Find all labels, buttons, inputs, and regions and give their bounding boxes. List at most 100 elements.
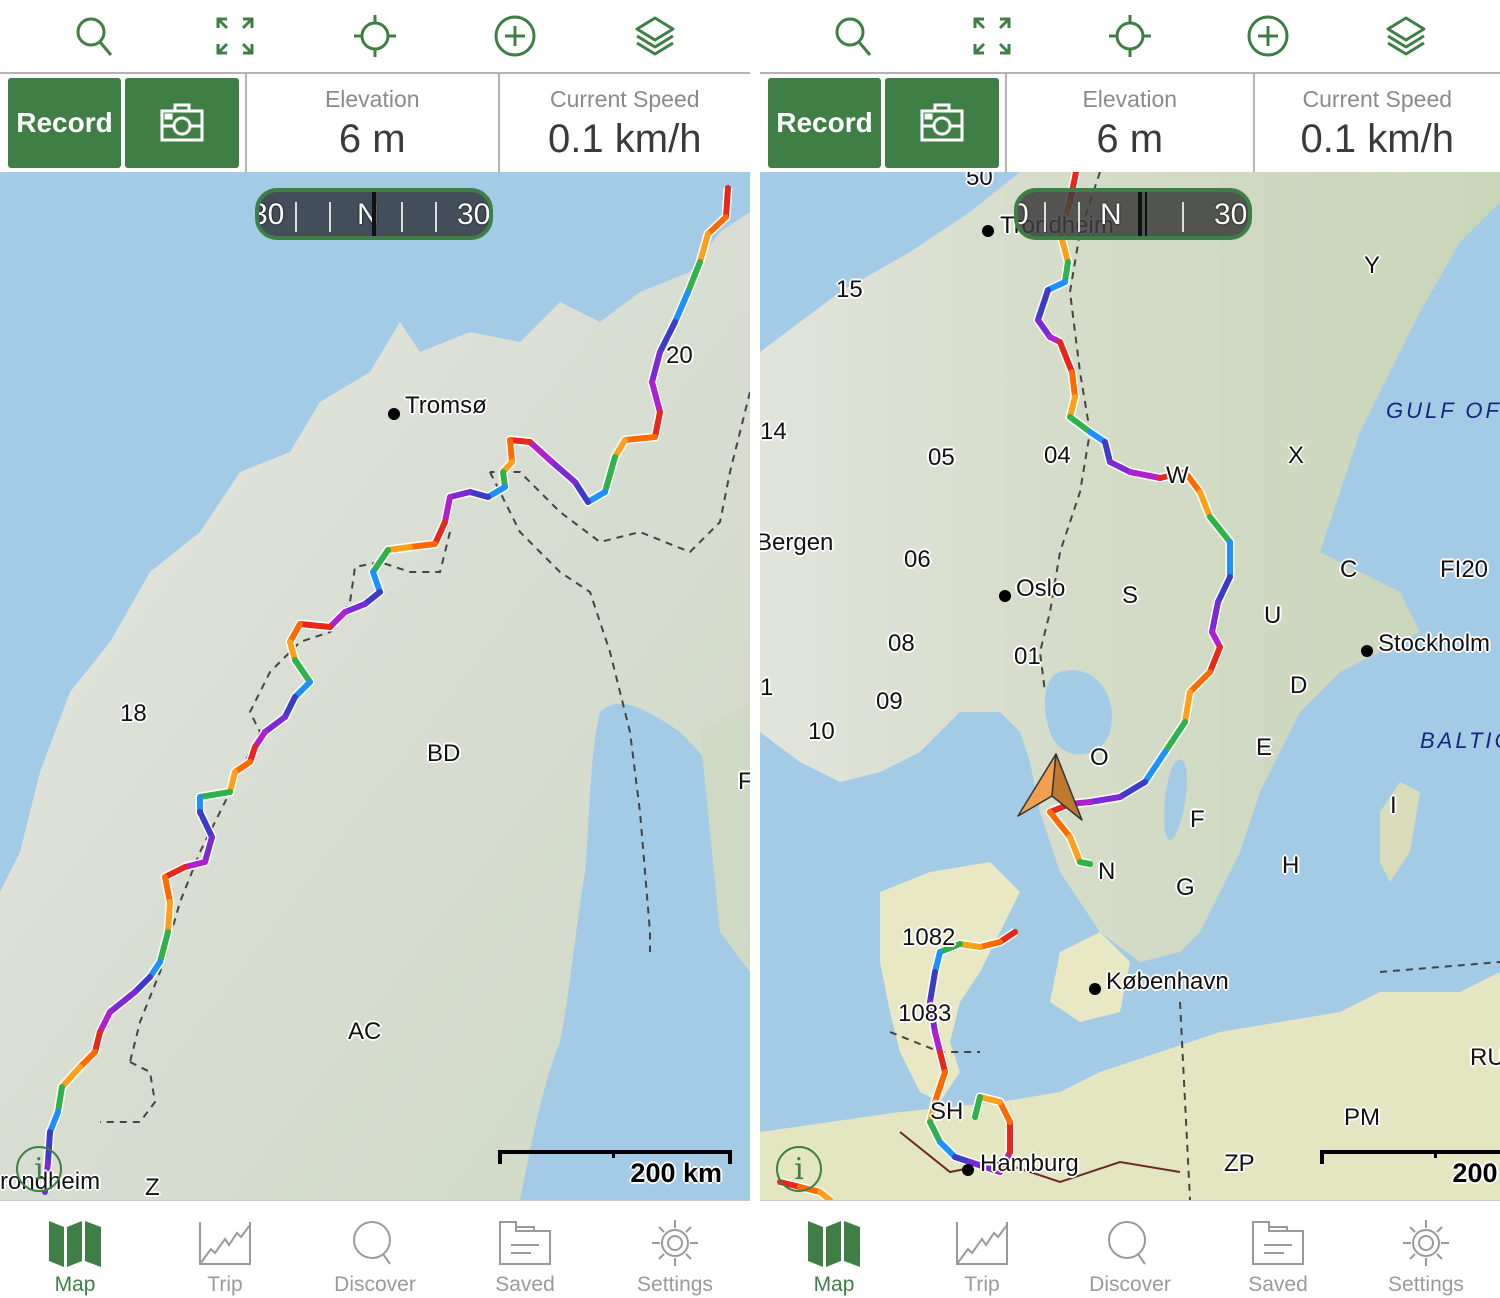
map-label-oslo: Oslo xyxy=(1016,575,1066,602)
tab-bar: Map Trip Discover Saved Settings xyxy=(0,1200,750,1298)
search-button[interactable] xyxy=(65,6,125,66)
map-label-tromso: Tromsø xyxy=(405,392,487,419)
map-screen-left: Record Elevation 6 m Current Speed 0.1 k… xyxy=(0,0,750,1298)
route-segment xyxy=(697,231,711,265)
saved-folder-icon xyxy=(499,1221,551,1265)
route-segment xyxy=(1069,369,1078,400)
photo-button[interactable] xyxy=(885,78,999,168)
photo-button[interactable] xyxy=(125,78,239,168)
speed-stat: Current Speed 0.1 km/h xyxy=(1252,74,1500,172)
compass-heading-left: 30 xyxy=(259,198,285,231)
locate-button[interactable] xyxy=(345,6,405,66)
map-label: H xyxy=(1282,852,1300,879)
speed-stat: Current Speed 0.1 km/h xyxy=(497,74,751,172)
compass-needle xyxy=(372,192,376,236)
route-segment xyxy=(649,379,663,415)
record-button[interactable]: Record xyxy=(768,78,881,168)
scale-bar: 200 km xyxy=(1320,1150,1500,1200)
record-button[interactable]: Record xyxy=(8,78,121,168)
map-icon xyxy=(49,1221,101,1267)
tab-settings[interactable]: Settings xyxy=(600,1201,750,1298)
compass[interactable]: 30 N 30 xyxy=(255,188,493,240)
map-label: 06 xyxy=(904,546,931,573)
tab-map[interactable]: Map xyxy=(760,1201,908,1298)
route-segment xyxy=(157,929,171,965)
compass-tick xyxy=(1044,202,1046,232)
map-label: 18 xyxy=(120,700,147,727)
map-label: 1083 xyxy=(898,1000,952,1027)
route-segment xyxy=(165,899,173,935)
compass-heading-right: 30 xyxy=(457,198,491,231)
fit-extent-icon xyxy=(973,17,1011,55)
map-label: C xyxy=(1340,556,1358,583)
city-marker xyxy=(982,225,994,237)
layers-button[interactable] xyxy=(625,6,685,66)
search-button[interactable] xyxy=(824,6,884,66)
route-segment xyxy=(1062,259,1071,285)
map-label: D xyxy=(1290,672,1308,699)
route-track xyxy=(777,172,1235,1200)
info-button[interactable]: i xyxy=(16,1146,62,1192)
route-segment xyxy=(202,834,215,865)
trip-chart-icon xyxy=(956,1222,1008,1265)
fit-extent-icon xyxy=(216,17,254,55)
map-label: 15 xyxy=(836,276,863,303)
info-icon: i xyxy=(34,1151,44,1187)
tab-saved[interactable]: Saved xyxy=(450,1201,600,1298)
add-button[interactable] xyxy=(485,6,545,66)
route-segment xyxy=(549,459,578,485)
info-bar: Record Elevation 6 m Current Speed 0.1 k… xyxy=(760,74,1500,172)
map-label: 08 xyxy=(888,630,915,657)
compass-heading-left: 0 xyxy=(1018,198,1029,232)
tab-trip[interactable]: Trip xyxy=(908,1201,1056,1298)
compass[interactable]: 0 N 30 xyxy=(1014,188,1252,240)
tab-discover[interactable]: Discover xyxy=(300,1201,450,1298)
route-segment xyxy=(407,541,438,550)
tab-map[interactable]: Map xyxy=(0,1201,150,1298)
speed-label: Current Speed xyxy=(549,86,700,112)
tab-label: Saved xyxy=(495,1273,555,1296)
tab-trip[interactable]: Trip xyxy=(150,1201,300,1298)
layers-button[interactable] xyxy=(1376,6,1436,66)
settings-gear-icon xyxy=(1403,1220,1449,1266)
map-label: S xyxy=(1122,582,1139,609)
route-segment xyxy=(1207,514,1233,545)
map-label: 14 xyxy=(760,418,787,445)
route-segment xyxy=(723,185,731,220)
add-icon xyxy=(494,15,536,57)
route-segment xyxy=(59,1064,83,1090)
add-button[interactable] xyxy=(1238,6,1298,66)
compass-tick xyxy=(401,202,403,232)
locate-crosshair-icon xyxy=(1109,15,1151,57)
map-label: 04 xyxy=(1044,442,1071,469)
map-toolbar xyxy=(760,0,1500,72)
tab-settings[interactable]: Settings xyxy=(1352,1201,1500,1298)
tab-label: Discover xyxy=(1089,1273,1171,1296)
sea-label-gulf-of-bothnia: GULF OF BOTHNIA xyxy=(1386,398,1500,423)
route-segment xyxy=(507,437,515,465)
map-view[interactable]: 50 Trondheim 0 N 30 Y 15 14 05 04 W X GU… xyxy=(760,172,1500,1200)
city-marker xyxy=(388,408,400,420)
info-button[interactable]: i xyxy=(776,1146,822,1192)
map-label: 50 xyxy=(966,172,993,191)
map-label-hamburg: Hamburg xyxy=(980,1150,1079,1177)
add-icon xyxy=(1247,15,1289,57)
route-segment xyxy=(47,1109,61,1135)
compass-heading-right: 30 xyxy=(1214,198,1248,231)
fit-extent-button[interactable] xyxy=(962,6,1022,66)
tab-label: Settings xyxy=(1388,1273,1464,1296)
tab-discover[interactable]: Discover xyxy=(1056,1201,1204,1298)
tab-saved[interactable]: Saved xyxy=(1204,1201,1352,1298)
route-segment xyxy=(1162,719,1188,755)
sea-label-baltic-sea: BALTIC SEA xyxy=(1420,728,1500,753)
tab-label: Trip xyxy=(207,1273,243,1296)
map-view[interactable]: 30 N 30 Tromsø 20 18 BD F AC rondheim Z … xyxy=(0,172,750,1200)
route-segment xyxy=(55,1084,65,1115)
fit-extent-button[interactable] xyxy=(205,6,265,66)
route-segment xyxy=(527,439,555,465)
tab-label: Trip xyxy=(964,1273,1000,1296)
discover-search-icon xyxy=(1108,1221,1146,1265)
locate-button[interactable] xyxy=(1100,6,1160,66)
map-toolbar xyxy=(0,0,750,72)
compass-tick xyxy=(295,202,297,232)
